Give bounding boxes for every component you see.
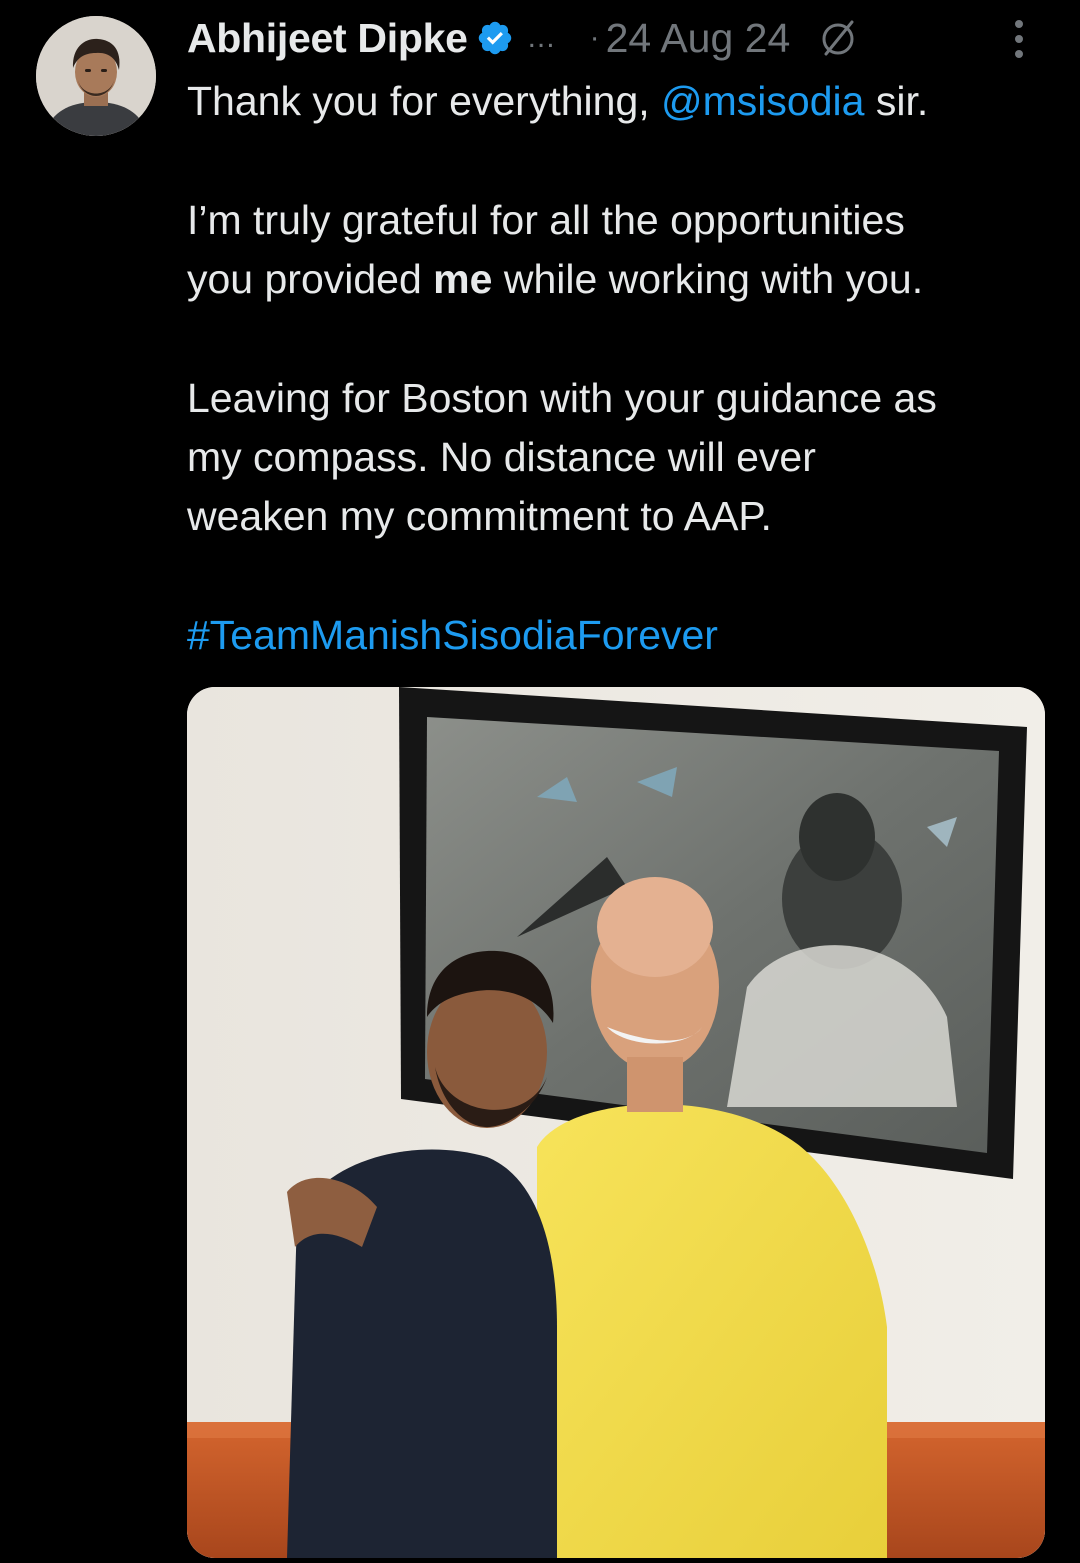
verified-badge-icon [476,19,514,57]
text-line-1-suffix: sir. [864,78,929,124]
mention-link[interactable]: @msisodia [661,78,864,124]
text-line-2: I’m truly grateful for all the opportuni… [187,197,905,243]
timestamp[interactable]: 24 Aug 24 [606,15,791,62]
text-line-1: Thank you for everything, @msisodia sir. [187,72,1057,131]
author-avatar[interactable] [36,16,156,136]
tweet-text: Thank you for everything, @msisodia sir.… [187,72,1057,665]
tweet-photo[interactable] [187,687,1045,1558]
text-line-3-suffix: while working with you. [492,256,924,302]
text-line-3: you provided me while working with you. [187,250,1057,309]
separator-dot: · [589,21,600,54]
author-handle[interactable]: ... [528,21,556,55]
tweet-header: Abhijeet Dipke ... · 24 Aug 24 [187,10,1057,66]
avatar-image [36,16,156,136]
tweet: Abhijeet Dipke ... · 24 Aug 24 Thank you… [0,0,1080,1563]
text-line-3-prefix: you provided [187,256,434,302]
text-line-1-prefix: Thank you for everything, [187,78,662,124]
text-line-4: Leaving for Boston with your guidance as [187,375,937,421]
text-bold-word: me [433,256,493,302]
more-options-icon[interactable] [1004,14,1034,64]
photo-image [187,687,1045,1558]
text-line-5: my compass. No distance will ever [187,434,816,480]
author-name[interactable]: Abhijeet Dipke [187,15,468,62]
hashtag-link[interactable]: #TeamManishSisodiaForever [187,606,1057,665]
edited-icon[interactable] [818,18,858,58]
text-line-6: weaken my commitment to AAP. [187,493,772,539]
